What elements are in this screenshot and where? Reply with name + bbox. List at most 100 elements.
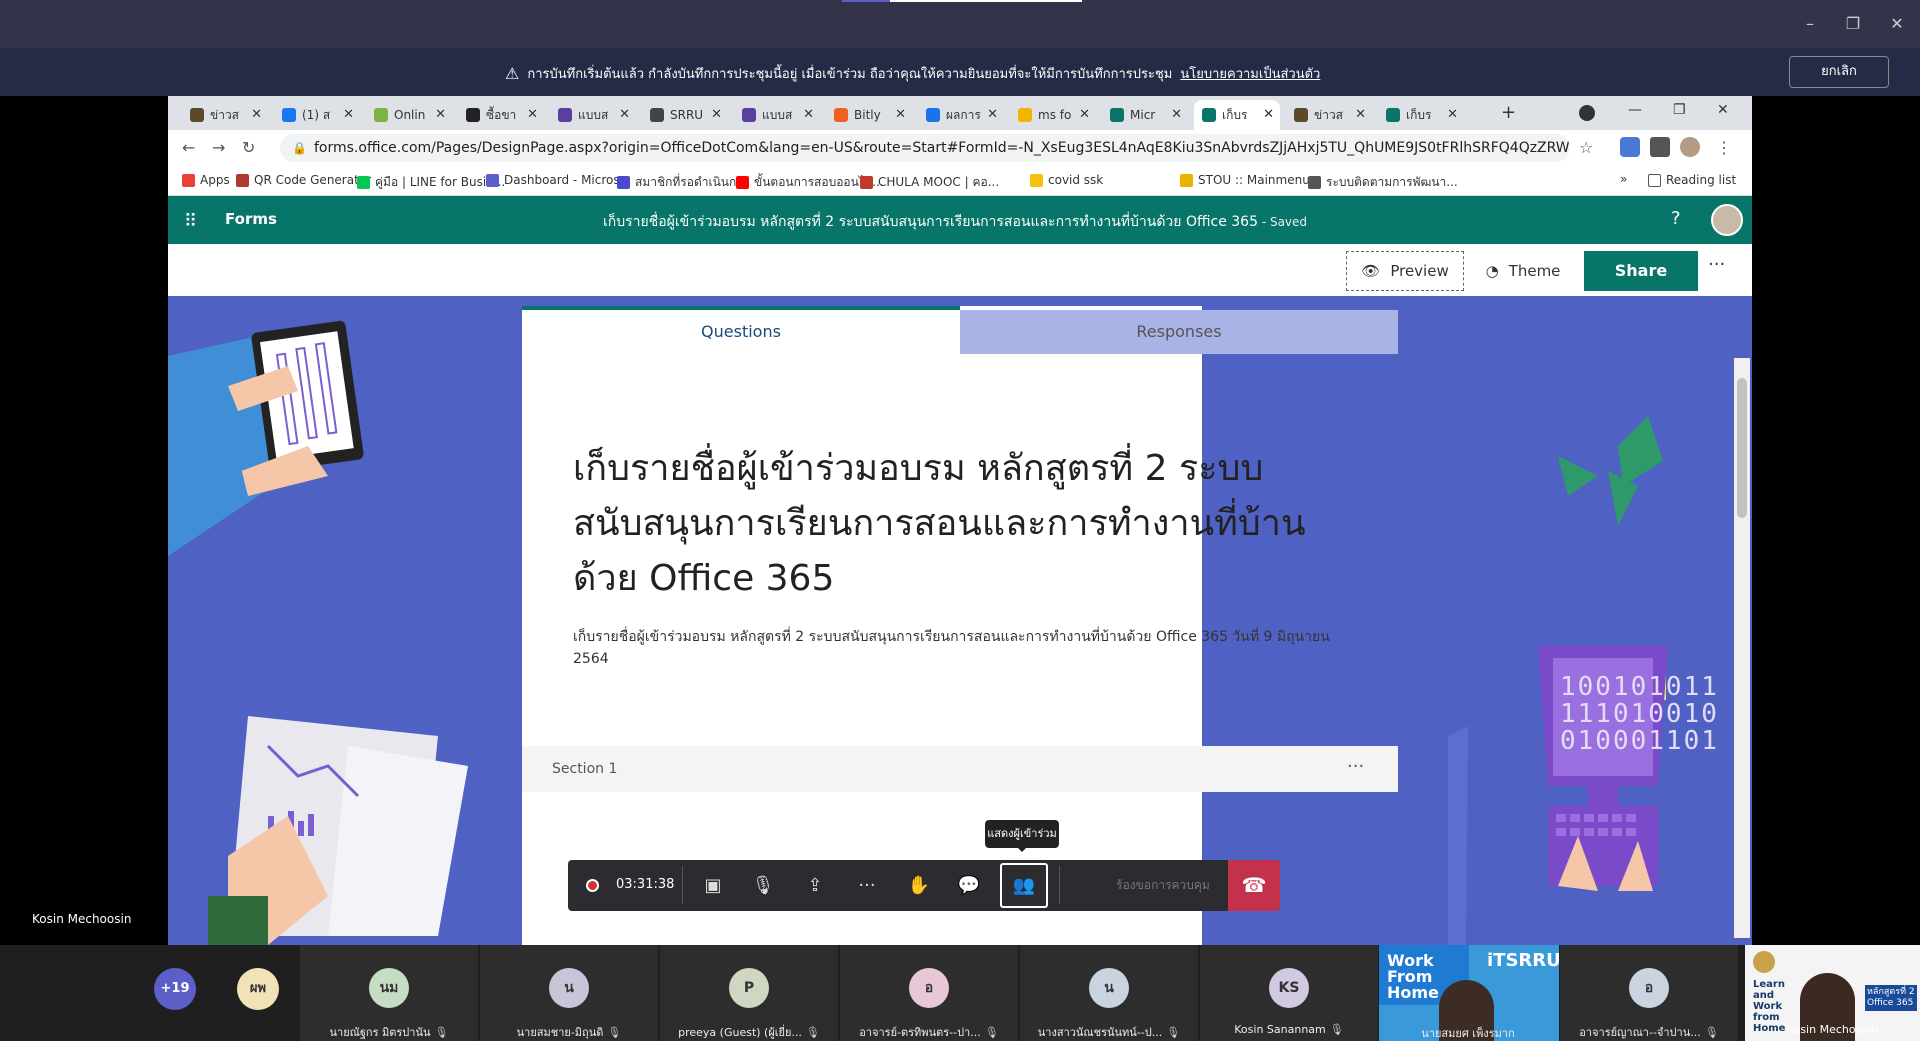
bookmark-item[interactable]: Apps <box>182 173 230 187</box>
scrollbar[interactable] <box>1734 358 1750 938</box>
browser-minimize-icon[interactable]: — <box>1628 102 1642 118</box>
mic-off-icon: 🎙 <box>1166 1026 1181 1039</box>
bookmark-item[interactable]: Dashboard - Micros... <box>486 173 631 187</box>
bookmark-item[interactable]: คู่มือ | LINE for Busin... <box>357 173 505 192</box>
tab-close-icon[interactable]: ✕ <box>803 107 814 122</box>
browser-tab[interactable]: ms fo ✕ <box>1010 100 1096 130</box>
back-icon[interactable]: ← <box>182 138 195 157</box>
form-title[interactable]: เก็บรายชื่อผู้เข้าร่วมอบรม หลักสูตรที่ 2… <box>573 441 1333 606</box>
app-launcher-icon[interactable]: ⠿ <box>184 211 197 232</box>
participant-tile[interactable]: นนายสมชาย-มิถุนดิ 🎙 <box>480 945 658 1041</box>
minimize-button[interactable]: – <box>1795 12 1825 36</box>
browser-tab[interactable]: ซื้อขา ✕ <box>458 100 544 130</box>
browser-tab[interactable]: ข่าวส ✕ <box>1286 100 1372 130</box>
form-description[interactable]: เก็บรายชื่อผู้เข้าร่วมอบรม หลักสูตรที่ 2… <box>573 626 1363 670</box>
share-screen-icon[interactable]: ⇪ <box>790 860 840 911</box>
browser-tab[interactable]: แบบส ✕ <box>550 100 636 130</box>
section-more-icon[interactable]: ··· <box>1347 756 1364 777</box>
section-header[interactable]: Section 1 ··· <box>522 746 1398 792</box>
tab-responses[interactable]: Responses <box>960 310 1398 354</box>
preview-button[interactable]: 👁 Preview <box>1346 251 1464 291</box>
section-label: Section 1 <box>552 761 618 777</box>
profile-avatar[interactable] <box>1680 137 1700 157</box>
url-input[interactable]: 🔒 forms.office.com/Pages/DesignPage.aspx… <box>280 134 1570 162</box>
overflow-participants-badge[interactable]: +19 <box>154 968 196 1010</box>
restore-button[interactable]: ❐ <box>1838 12 1868 36</box>
more-bookmarks-icon[interactable]: » <box>1620 172 1627 186</box>
camera-off-icon[interactable]: ▣ <box>688 860 738 911</box>
bookmark-item[interactable]: ระบบติดตามการพัฒนา... <box>1308 173 1458 192</box>
hang-up-button[interactable]: ☎ <box>1228 860 1280 911</box>
tab-close-icon[interactable]: ✕ <box>251 107 262 122</box>
bookmark-item[interactable]: CHULA MOOC | คอ... <box>860 173 999 192</box>
extension-icon[interactable] <box>1620 137 1640 157</box>
request-control-button[interactable]: ร้องขอการควบคุม <box>1078 866 1248 904</box>
palette-icon: ◔ <box>1485 262 1499 280</box>
mic-off-icon[interactable]: 🎙 <box>738 860 788 911</box>
new-tab-button[interactable]: + <box>1501 102 1516 123</box>
tab-label: SRRU <box>670 108 704 122</box>
browser-tab[interactable]: SRRU ✕ <box>642 100 728 130</box>
bookmark-item[interactable]: STOU :: Mainmenu <box>1180 173 1310 187</box>
tab-label: แบบส <box>762 107 793 122</box>
cancel-recording-notice-button[interactable]: ยกเลิก <box>1789 56 1889 88</box>
user-avatar[interactable] <box>1711 204 1743 236</box>
tab-close-icon[interactable]: ✕ <box>619 107 630 122</box>
tab-close-icon[interactable]: ✕ <box>895 107 906 122</box>
participant-tile[interactable]: Ppreeya (Guest) (ผู้เยี่ย... 🎙 <box>660 945 838 1041</box>
browser-close-icon[interactable]: ✕ <box>1717 102 1729 118</box>
participant-video-tile[interactable]: Work From Home iTSRRU นายสมยศ เพ็งรมาก <box>1379 945 1559 1041</box>
privacy-policy-link[interactable]: นโยบายความเป็นส่วนตัว <box>1180 63 1320 84</box>
tab-close-icon[interactable]: ✕ <box>711 107 722 122</box>
share-button[interactable]: Share <box>1584 251 1698 291</box>
browser-tab[interactable]: Micr ✕ <box>1102 100 1188 130</box>
help-icon[interactable]: ? <box>1671 208 1681 229</box>
tab-close-icon[interactable]: ✕ <box>1263 107 1274 122</box>
participant-tile[interactable]: ออาจารย์-ตรทิพนตร--ปา... 🎙 <box>840 945 1018 1041</box>
forward-icon[interactable]: → <box>212 138 225 157</box>
browser-tab[interactable]: (1) ส ✕ <box>274 100 360 130</box>
show-participants-button[interactable]: 👥 <box>1000 863 1048 908</box>
tab-close-icon[interactable]: ✕ <box>987 107 998 122</box>
theme-button[interactable]: ◔ Theme <box>1473 251 1573 291</box>
tab-close-icon[interactable]: ✕ <box>527 107 538 122</box>
browser-tab[interactable]: Onlin ✕ <box>366 100 452 130</box>
browser-tab[interactable]: ผลการ ✕ <box>918 100 1004 130</box>
extensions-puzzle-icon[interactable] <box>1650 137 1670 157</box>
participant-tile[interactable]: นม นายณัฐกร มิตรปานัน 🎙 <box>300 945 478 1041</box>
participant-name: preeya (Guest) (ผู้เยี่ย... 🎙 <box>678 1026 820 1039</box>
chat-icon[interactable]: 💬 <box>944 860 994 911</box>
more-actions-icon[interactable]: ··· <box>842 860 892 911</box>
presenter-video-tile[interactable]: Learn and Work from Home หลักสูตรที่ 2 O… <box>1745 945 1920 1041</box>
tab-close-icon[interactable]: ✕ <box>1079 107 1090 122</box>
bookmark-item[interactable]: สมาชิกที่รอดำเนินการ <box>617 173 749 192</box>
forms-app-name[interactable]: Forms <box>225 210 277 228</box>
browser-tab[interactable]: แบบส ✕ <box>734 100 820 130</box>
bookmark-item[interactable]: covid ssk <box>1030 173 1103 187</box>
tab-close-icon[interactable]: ✕ <box>1447 107 1458 122</box>
more-options-icon[interactable]: ··· <box>1708 254 1725 275</box>
tab-close-icon[interactable]: ✕ <box>435 107 446 122</box>
participant-tile[interactable]: อ อาจารย์ญาณา--จำปาน... 🎙 <box>1560 945 1738 1041</box>
bookmark-star-icon[interactable]: ☆ <box>1579 138 1593 157</box>
bookmark-item[interactable]: QR Code Generator <box>236 173 371 187</box>
reading-list-button[interactable]: Reading list <box>1648 173 1736 187</box>
browser-restore-icon[interactable]: ❐ <box>1673 102 1686 118</box>
raise-hand-icon[interactable]: ✋ <box>894 860 944 911</box>
tab-close-icon[interactable]: ✕ <box>343 107 354 122</box>
close-button[interactable]: ✕ <box>1882 12 1912 36</box>
reload-icon[interactable]: ↻ <box>242 138 255 157</box>
tab-search-icon[interactable] <box>1579 105 1595 121</box>
tab-favicon-icon <box>466 108 480 122</box>
browser-tab[interactable]: เก็บร ✕ <box>1194 100 1280 130</box>
participant-avatar-small[interactable]: ผพ <box>237 968 279 1010</box>
browser-tab[interactable]: เก็บร ✕ <box>1378 100 1464 130</box>
tab-questions[interactable]: Questions <box>522 306 960 354</box>
participant-tile[interactable]: นนางสาวนัณชรนันทน์--ป... 🎙 <box>1020 945 1198 1041</box>
tab-close-icon[interactable]: ✕ <box>1171 107 1182 122</box>
browser-tab[interactable]: ข่าวส ✕ <box>182 100 268 130</box>
browser-tab[interactable]: Bitly ✕ <box>826 100 912 130</box>
tab-close-icon[interactable]: ✕ <box>1355 107 1366 122</box>
browser-menu-icon[interactable]: ⋮ <box>1716 138 1732 157</box>
participant-tile[interactable]: KS Kosin Sanannam 🎙 <box>1200 945 1378 1041</box>
